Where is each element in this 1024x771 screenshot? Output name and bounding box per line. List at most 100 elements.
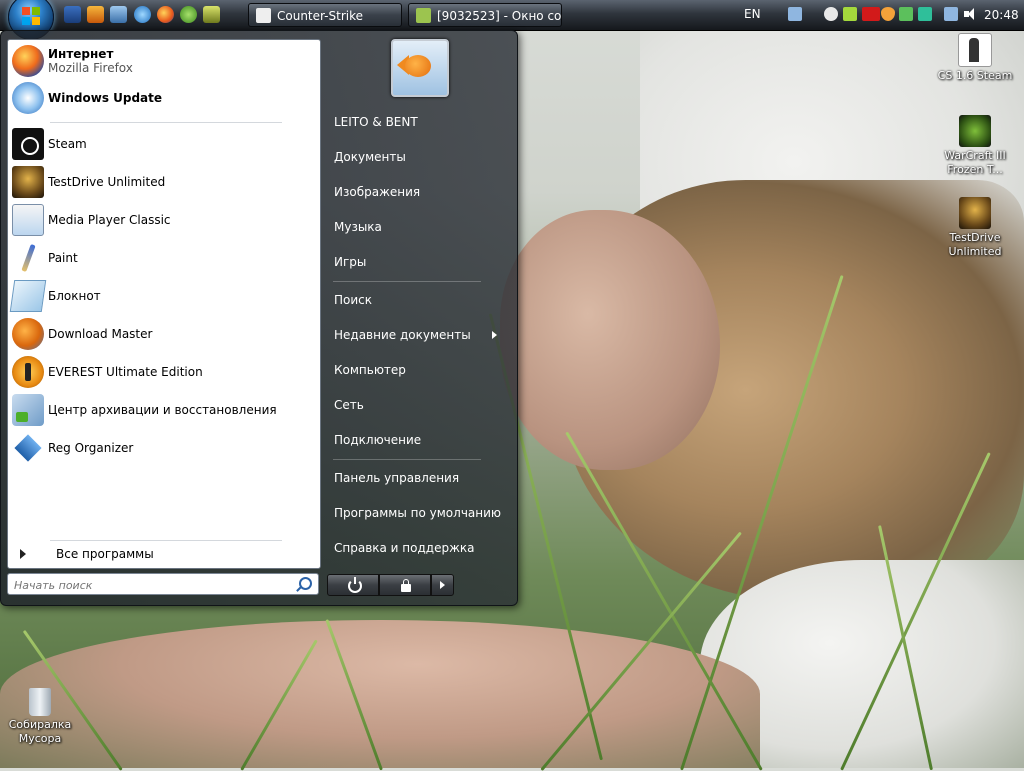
pinned-separator bbox=[50, 122, 282, 123]
all-programs-label: Все программы bbox=[56, 547, 154, 561]
program-notepad[interactable]: Блокнот bbox=[9, 278, 312, 314]
menu-documents[interactable]: Документы bbox=[321, 145, 507, 169]
program-download-master[interactable]: Download Master bbox=[12, 316, 312, 352]
programs-pane: Интернет Mozilla Firefox Windows Update … bbox=[7, 39, 321, 569]
internet-explorer-icon[interactable] bbox=[134, 6, 151, 23]
menu-computer[interactable]: Компьютер bbox=[321, 358, 507, 382]
menu-help-support[interactable]: Справка и поддержка bbox=[321, 536, 507, 560]
pinned-title: Интернет bbox=[48, 47, 114, 61]
media-icon[interactable] bbox=[203, 6, 220, 23]
start-search-box[interactable] bbox=[7, 573, 319, 595]
lock-button[interactable] bbox=[379, 574, 431, 596]
start-menu: Интернет Mozilla Firefox Windows Update … bbox=[0, 30, 518, 606]
program-backup-center[interactable]: Центр архивации и восстановления bbox=[12, 392, 312, 428]
program-label: TestDrive Unlimited bbox=[48, 175, 166, 189]
pinned-subtitle: Mozilla Firefox bbox=[48, 61, 133, 75]
pinned-internet[interactable]: Интернет Mozilla Firefox bbox=[12, 43, 312, 79]
task-label: [9032523] - Окно со... bbox=[437, 9, 562, 23]
firefox-icon[interactable] bbox=[157, 6, 174, 23]
desktop-icon-label: TestDrive Unlimited bbox=[948, 231, 1002, 258]
program-everest[interactable]: EVEREST Ultimate Edition bbox=[12, 354, 312, 390]
power-icon bbox=[348, 577, 362, 593]
menu-pictures[interactable]: Изображения bbox=[321, 180, 507, 204]
counter-strike-icon bbox=[256, 8, 271, 23]
warcraft-icon bbox=[959, 115, 991, 147]
program-label: Download Master bbox=[48, 327, 153, 341]
network-status-icon[interactable] bbox=[944, 7, 958, 21]
taskbar-button-chat-window[interactable]: [9032523] - Окно со... bbox=[408, 3, 562, 27]
steam-icon bbox=[12, 128, 44, 160]
winamp-icon[interactable] bbox=[87, 6, 104, 23]
windows-logo-icon bbox=[22, 7, 40, 25]
chevron-right-icon bbox=[440, 581, 445, 589]
search-icon[interactable] bbox=[299, 577, 312, 590]
utorrent-icon[interactable] bbox=[180, 6, 197, 23]
menu-recent-documents-label: Недавние документы bbox=[334, 328, 471, 342]
network-icon[interactable] bbox=[788, 7, 802, 21]
app-icon[interactable] bbox=[899, 7, 913, 21]
lock-icon bbox=[401, 579, 411, 592]
steam-icon[interactable] bbox=[824, 7, 838, 21]
volume-icon[interactable] bbox=[963, 7, 977, 21]
paint-icon bbox=[12, 242, 44, 274]
program-paint[interactable]: Paint bbox=[12, 240, 312, 276]
desktop-icon-cs[interactable]: CS 1.6 Steam bbox=[935, 33, 1015, 83]
desktop-icon-warcraft[interactable]: WarCraft III Frozen T... bbox=[935, 115, 1015, 177]
show-desktop-icon[interactable] bbox=[64, 6, 81, 23]
language-indicator[interactable]: EN bbox=[744, 7, 761, 21]
pinned-windows-update[interactable]: Windows Update bbox=[12, 80, 312, 116]
menu-network[interactable]: Сеть bbox=[321, 393, 507, 417]
power-button[interactable] bbox=[327, 574, 379, 596]
chevron-right-icon bbox=[20, 549, 26, 559]
program-media-player-classic[interactable]: Media Player Classic bbox=[12, 202, 312, 238]
program-label: Steam bbox=[48, 137, 87, 151]
monitor-icon[interactable] bbox=[918, 7, 932, 21]
taskbar: Counter-Strike [9032523] - Окно со... EN… bbox=[0, 0, 1024, 40]
clock[interactable]: 20:48 bbox=[984, 8, 1019, 22]
menu-default-programs[interactable]: Программы по умолчанию bbox=[321, 501, 507, 525]
program-steam[interactable]: Steam bbox=[12, 126, 312, 162]
ati-icon[interactable] bbox=[862, 7, 880, 21]
program-label: Paint bbox=[48, 251, 78, 265]
all-programs-button[interactable]: Все программы bbox=[16, 546, 306, 564]
task-label: Counter-Strike bbox=[277, 9, 364, 23]
program-label: Reg Organizer bbox=[48, 441, 134, 455]
pinned-title: Windows Update bbox=[48, 91, 163, 105]
desktop-icon-label: WarCraft III Frozen T... bbox=[944, 149, 1006, 176]
menu-control-panel[interactable]: Панель управления bbox=[321, 466, 507, 490]
program-testdrive[interactable]: TestDrive Unlimited bbox=[12, 164, 312, 200]
user-avatar[interactable] bbox=[391, 39, 449, 97]
desktop-icon[interactable] bbox=[110, 6, 127, 23]
android-icon[interactable] bbox=[843, 7, 857, 21]
desktop-icon-testdrive[interactable]: TestDrive Unlimited bbox=[935, 197, 1015, 259]
chat-window-icon bbox=[416, 8, 431, 23]
shutdown-options-button[interactable] bbox=[431, 574, 454, 596]
firefox-icon bbox=[12, 45, 44, 77]
menu-user-folder[interactable]: LEITO & BENT bbox=[321, 110, 507, 134]
download-master-icon bbox=[12, 318, 44, 350]
desktop-icon-label: Собиралка Мусора bbox=[8, 718, 72, 745]
program-label: Центр архивации и восстановления bbox=[48, 403, 277, 417]
menu-games[interactable]: Игры bbox=[321, 250, 507, 274]
program-reg-organizer[interactable]: Reg Organizer bbox=[12, 430, 312, 466]
shield-icon[interactable] bbox=[881, 7, 895, 21]
notepad-icon bbox=[9, 280, 47, 312]
program-label: Блокнот bbox=[48, 289, 101, 303]
recycle-bin-icon bbox=[29, 688, 51, 716]
taskbar-button-counter-strike[interactable]: Counter-Strike bbox=[248, 3, 402, 27]
menu-music[interactable]: Музыка bbox=[321, 215, 507, 239]
program-label: EVEREST Ultimate Edition bbox=[48, 365, 203, 379]
desktop-icon-label: CS 1.6 Steam bbox=[937, 69, 1013, 82]
backup-center-icon bbox=[12, 394, 44, 426]
menu-recent-documents[interactable]: Недавние документы bbox=[321, 323, 507, 347]
testdrive-icon bbox=[959, 197, 991, 229]
chevron-right-icon bbox=[492, 331, 497, 339]
testdrive-icon bbox=[12, 166, 44, 198]
search-input[interactable] bbox=[12, 576, 296, 594]
all-programs-separator bbox=[50, 540, 282, 541]
menu-connect-to[interactable]: Подключение bbox=[321, 428, 507, 452]
right-separator bbox=[333, 281, 481, 282]
menu-search[interactable]: Поиск bbox=[321, 288, 507, 312]
desktop-icon-recycle-bin[interactable]: Собиралка Мусора bbox=[0, 688, 80, 746]
counter-strike-icon bbox=[958, 33, 992, 67]
